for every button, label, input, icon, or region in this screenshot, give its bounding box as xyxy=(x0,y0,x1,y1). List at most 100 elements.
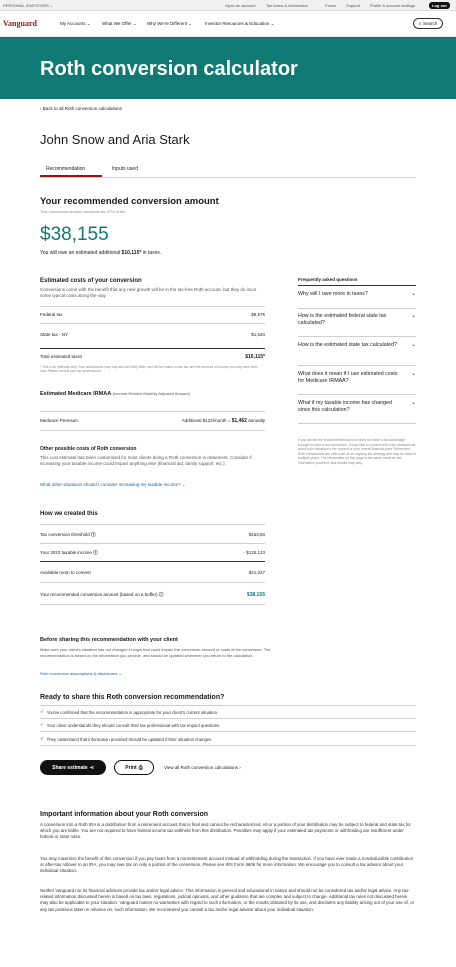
nav-item-what-we-offer[interactable]: What We Offer ⌄ xyxy=(102,21,137,27)
check-item: ✓ Your client understands they should con… xyxy=(40,722,416,728)
share-estimate-label: Share estimate xyxy=(52,764,88,771)
checkmark-icon: ✓ xyxy=(40,722,44,727)
logout-button[interactable]: Log out xyxy=(429,2,450,9)
search-button-label: Search xyxy=(423,20,438,26)
nav-item-label: Why We're Different xyxy=(147,21,187,26)
utility-bar: PERSONAL INVESTORS ⌄ Open an account Tax… xyxy=(0,0,456,11)
irmaa-heading-sub: (Income-Related Monthly Adjusted Amount) xyxy=(112,391,190,396)
divider xyxy=(40,705,416,706)
client-name: John Snow and Aria Stark xyxy=(40,132,190,147)
print-label: Print xyxy=(125,764,137,771)
divider xyxy=(40,306,265,307)
check-label: You've confirmed that the recommendation… xyxy=(46,709,217,715)
how-row-label-group: Tax conversion threshold ⓘ xyxy=(40,532,96,538)
info-icon[interactable]: ⓘ xyxy=(91,532,96,537)
before-link-label: Roth conversion assumptions & disclosure… xyxy=(40,671,118,676)
chevron-right-icon: › xyxy=(239,765,241,770)
how-heading: How we created this xyxy=(40,511,98,517)
costs-desc: Conversions come with the benefit that a… xyxy=(40,287,257,298)
nav-item-investor-resources[interactable]: Investor Resources & Education ⌄ xyxy=(205,21,274,27)
vanguard-logo[interactable]: Vanguard xyxy=(3,19,37,28)
util-link-support[interactable]: Support xyxy=(346,3,360,9)
print-button[interactable]: Print ⎙ xyxy=(114,760,154,775)
irmaa-row-label: Medicare Premium xyxy=(40,418,78,424)
rec-tax-note: You will owe an estimated additional $10… xyxy=(40,250,161,257)
personal-investors-label: PERSONAL INVESTORS xyxy=(3,3,49,8)
rec-tax-note-pre: You will owe an estimated additional xyxy=(40,250,121,256)
irmaa-row-value: $1,462 xyxy=(231,418,247,424)
info-icon[interactable]: ⓘ xyxy=(159,592,164,597)
nav-item-why-different[interactable]: Why We're Different ⌄ xyxy=(147,21,192,27)
personal-investors-menu[interactable]: PERSONAL INVESTORS ⌄ xyxy=(3,3,53,9)
how-row-label: Tax conversion threshold xyxy=(40,532,90,537)
how-row-value: $41,027 xyxy=(248,570,265,575)
faq-item[interactable]: What does it mean if I use estimated cos… xyxy=(298,371,416,395)
back-link[interactable]: ‹ Back to all Roth conversion calculatio… xyxy=(40,106,122,112)
chevron-down-icon: ⌄ xyxy=(410,400,416,406)
divider xyxy=(40,718,416,719)
before-desc: Make sure your client's situation has no… xyxy=(40,647,271,658)
util-link-profile[interactable]: Profile & account settings xyxy=(370,3,415,9)
nav-item-label: What We Offer xyxy=(102,21,132,26)
print-icon: ⎙ xyxy=(138,764,143,771)
share-estimate-button[interactable]: Share estimate ⋖ xyxy=(40,760,106,775)
costs-footnote: * This is an estimate only. Your actual … xyxy=(40,365,258,374)
divider xyxy=(40,323,265,324)
how-row: Tax conversion threshold ⓘ $163,50 xyxy=(40,532,265,538)
chevron-down-icon: ⌄ xyxy=(86,21,91,26)
important-paragraph: A conversion into a Roth IRA is a distri… xyxy=(40,822,411,840)
nav-item-label: My Accounts xyxy=(60,21,86,26)
how-row-label-group: Your 2023 taxable income ⓘ xyxy=(40,550,98,556)
cost-row: State tax - NY $1,540 xyxy=(40,332,265,338)
faq-item[interactable]: How is the estimated state tax calculate… xyxy=(298,342,416,366)
before-link[interactable]: Roth conversion assumptions & disclosure… xyxy=(40,671,122,677)
checkmark-icon: ✓ xyxy=(40,709,44,714)
info-icon[interactable]: ⓘ xyxy=(93,550,98,555)
faq-item[interactable]: Why will I owe more in taxes? ⌄ xyxy=(298,291,416,309)
util-link-open-account[interactable]: Open an account xyxy=(225,3,255,9)
check-label: Your client understands they should cons… xyxy=(46,722,220,728)
chevron-down-icon: ⌄ xyxy=(118,671,122,676)
chevron-down-icon: ⌄ xyxy=(188,21,193,26)
how-row-value: - $125,123 xyxy=(243,550,265,555)
other-link[interactable]: What other situations should I consider … xyxy=(40,482,186,488)
tabs-divider xyxy=(40,177,416,178)
divider xyxy=(40,411,265,412)
cost-total-row: Total estimated taxes $10,115* xyxy=(40,354,265,361)
divider xyxy=(298,285,416,286)
chevron-down-icon: ⌄ xyxy=(410,313,416,319)
rec-tax-note-amount: $10,115* xyxy=(121,250,142,256)
divider xyxy=(40,731,416,732)
divider xyxy=(40,745,416,746)
how-final-label-group: Your recommended conversion amount (base… xyxy=(40,592,163,598)
check-item: ✓ You've confirmed that the recommendatio… xyxy=(40,709,416,715)
nav-item-label: Investor Resources & Education xyxy=(205,21,270,26)
irmaa-row-mid: Additional $122/month = xyxy=(181,418,231,423)
important-heading: Important information about your Roth co… xyxy=(40,811,208,818)
before-heading: Before sharing this recommendation with … xyxy=(40,637,178,643)
divider xyxy=(40,604,265,605)
tab-inputs-used[interactable]: Inputs used xyxy=(112,166,138,173)
faq-question: Why will I owe more in taxes? xyxy=(298,291,368,297)
chevron-left-icon: ‹ xyxy=(40,106,42,111)
rec-tax-note-post: in taxes. xyxy=(142,250,162,256)
util-link-forms[interactable]: Forms xyxy=(325,3,336,9)
faq-item[interactable]: What if my taxable income has changed si… xyxy=(298,400,416,424)
how-row: Available room to convert $41,027 xyxy=(40,570,265,576)
ready-heading: Ready to share this Roth conversion reco… xyxy=(40,694,225,701)
divider xyxy=(40,561,265,562)
util-link-tax-forms[interactable]: Tax forms & information xyxy=(266,3,308,9)
faq-item[interactable]: How is the estimated federal state tax c… xyxy=(298,313,416,337)
tab-recommendation[interactable]: Recommendation xyxy=(46,166,85,173)
rec-heading: Your recommended conversion amount xyxy=(40,196,219,207)
divider xyxy=(40,524,265,525)
view-all-link[interactable]: View all Roth conversion calculations › xyxy=(164,765,241,771)
checkmark-icon: ✓ xyxy=(40,736,44,741)
cost-total-label: Total estimated taxes xyxy=(40,354,83,360)
chevron-down-icon: ⌄ xyxy=(270,21,275,26)
check-item: ✓ They understand that information provid… xyxy=(40,736,416,742)
nav-item-my-accounts[interactable]: My Accounts ⌄ xyxy=(60,21,91,27)
faq-question: How is the estimated state tax calculate… xyxy=(298,342,397,348)
important-paragraph: Neither Vanguard nor its financial advis… xyxy=(40,888,415,912)
search-button[interactable]: ⌕ Search xyxy=(413,18,443,29)
